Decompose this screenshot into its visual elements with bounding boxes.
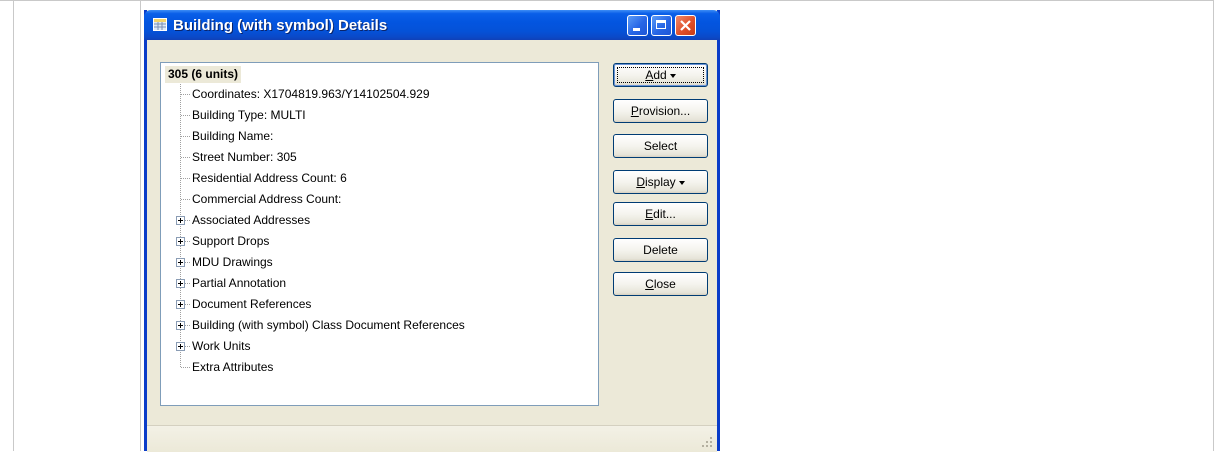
- tree-item[interactable]: Building Type: MULTI: [161, 105, 591, 125]
- page-grid-divider: [140, 0, 141, 451]
- tree-item-label: Work Units: [192, 339, 251, 353]
- tree-item-extra-attributes[interactable]: Extra Attributes: [161, 357, 591, 377]
- expand-plus-icon[interactable]: [176, 321, 185, 330]
- tree-item-work-units[interactable]: Work Units: [161, 336, 591, 356]
- building-details-dialog: Building (with symbol) Details 305 (6 un…: [144, 10, 720, 452]
- tree-item[interactable]: Residential Address Count: 6: [161, 168, 591, 188]
- tree-item-mdu-drawings[interactable]: MDU Drawings: [161, 252, 591, 272]
- tree-item-label: Residential Address Count: 6: [192, 171, 347, 185]
- expand-plus-icon[interactable]: [176, 216, 185, 225]
- page-grid-divider: [13, 0, 14, 451]
- expand-plus-icon[interactable]: [176, 342, 185, 351]
- tree-item-label: Support Drops: [192, 234, 270, 248]
- edit-button[interactable]: Edit...: [613, 202, 708, 226]
- select-button[interactable]: Select: [613, 134, 708, 158]
- tree-item-label: Building Name:: [192, 129, 274, 143]
- window-title: Building (with symbol) Details: [173, 17, 388, 34]
- status-bar: [147, 425, 717, 452]
- tree-item-label: Partial Annotation: [192, 276, 287, 290]
- tree-item-label: Coordinates: X1704819.963/Y14102504.929: [192, 87, 430, 101]
- provision-button[interactable]: Provision...: [613, 99, 708, 123]
- tree-item-label: Associated Addresses: [192, 213, 311, 227]
- tree-item-label: Document References: [192, 297, 312, 311]
- display-button[interactable]: Display: [613, 170, 708, 194]
- tree-item-label: MDU Drawings: [192, 255, 273, 269]
- details-tree-view[interactable]: 305 (6 units) Coordinates: X1704819.963/…: [160, 62, 599, 406]
- tree-item-support-drops[interactable]: Support Drops: [161, 231, 591, 251]
- close-window-button[interactable]: [675, 15, 696, 36]
- tree-root-node[interactable]: 305 (6 units): [165, 66, 242, 83]
- expand-plus-icon[interactable]: [176, 300, 185, 309]
- tree-item-class-document-references[interactable]: Building (with symbol) Class Document Re…: [161, 315, 591, 335]
- tree-item[interactable]: Street Number: 305: [161, 147, 591, 167]
- close-button[interactable]: Close: [613, 272, 708, 296]
- minimize-button[interactable]: [627, 15, 648, 36]
- tree-item[interactable]: Coordinates: X1704819.963/Y14102504.929: [161, 84, 591, 104]
- tree-item-associated-addresses[interactable]: Associated Addresses: [161, 210, 591, 230]
- close-icon: [680, 20, 691, 31]
- tree-item[interactable]: Commercial Address Count:: [161, 189, 591, 209]
- add-button[interactable]: Add: [613, 63, 708, 87]
- expand-plus-icon[interactable]: [176, 279, 185, 288]
- tree-item-label: Extra Attributes: [192, 360, 274, 374]
- tree-item-label: Street Number: 305: [192, 150, 297, 164]
- title-bar[interactable]: Building (with symbol) Details: [144, 10, 720, 40]
- expand-plus-icon[interactable]: [176, 258, 185, 267]
- tree-item-label: Commercial Address Count:: [192, 192, 342, 206]
- expand-plus-icon[interactable]: [176, 237, 185, 246]
- tree-item-label: Building (with symbol) Class Document Re…: [192, 318, 465, 332]
- delete-button[interactable]: Delete: [613, 238, 708, 262]
- page-grid-top-border: [0, 0, 1214, 1]
- tree-item-partial-annotation[interactable]: Partial Annotation: [161, 273, 591, 293]
- grid-table-icon: [153, 18, 167, 31]
- dropdown-arrow-icon: [678, 180, 685, 185]
- tree-item-document-references[interactable]: Document References: [161, 294, 591, 314]
- maximize-button[interactable]: [651, 15, 672, 36]
- tree-item-label: Building Type: MULTI: [192, 108, 306, 122]
- resize-grip-icon[interactable]: [701, 436, 713, 448]
- tree-item[interactable]: Building Name:: [161, 126, 591, 146]
